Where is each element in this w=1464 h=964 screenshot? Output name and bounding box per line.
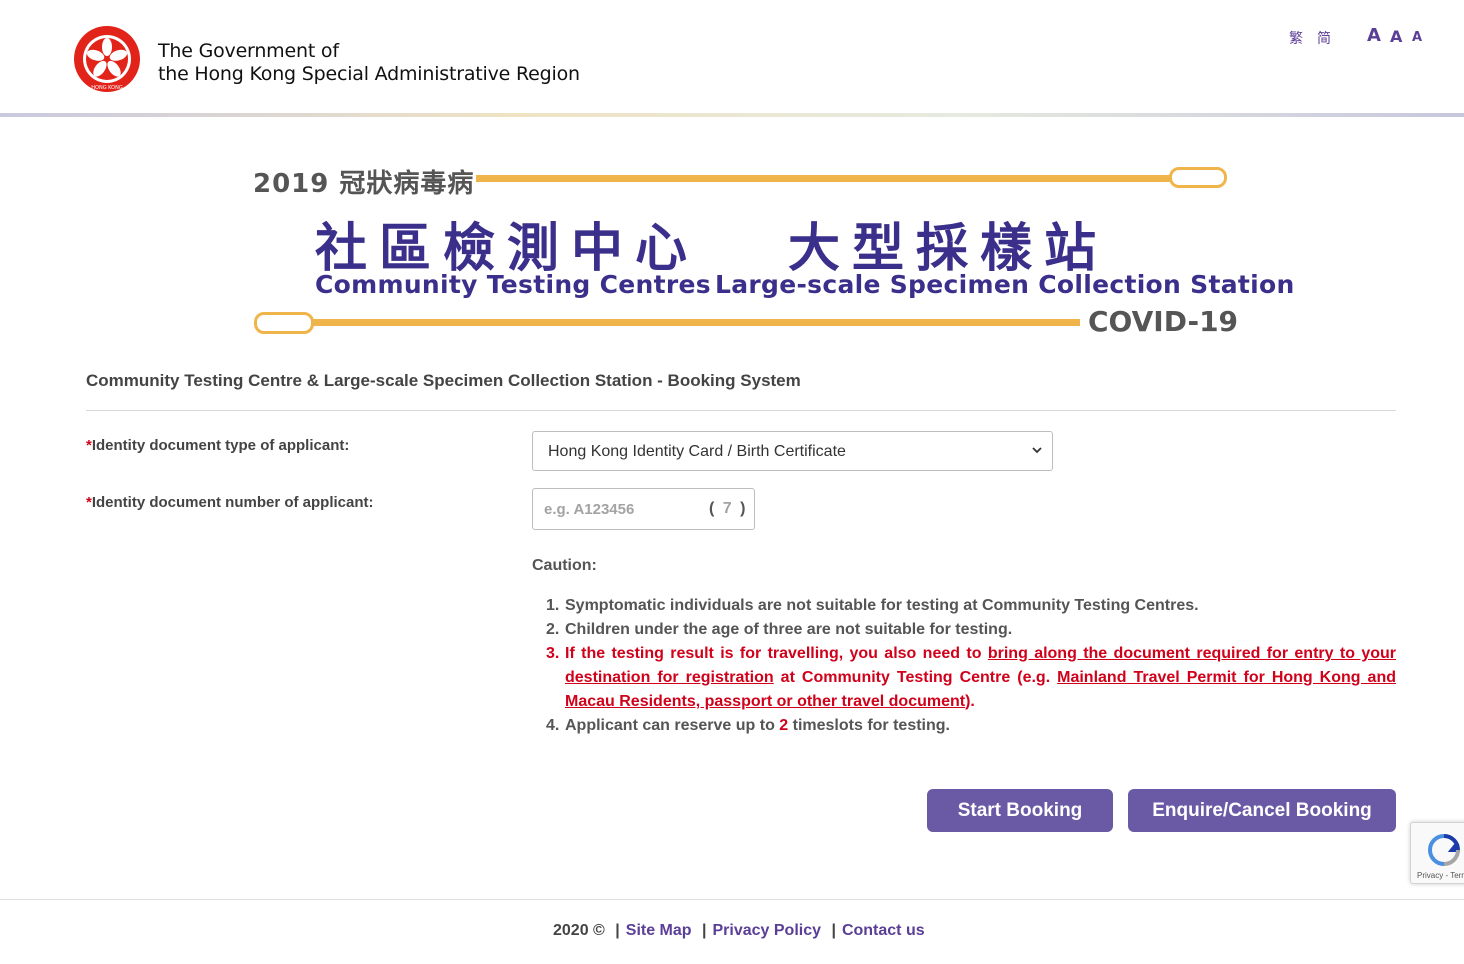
footer: 2020 © | Site Map | Privacy Policy | Contac… <box>553 922 925 940</box>
banner-year-label: 2019 冠狀病毒病 <box>253 169 475 199</box>
copyright: 2020 © <box>553 922 605 939</box>
check-digit-close-paren: ) <box>740 500 748 517</box>
banner-swab-stick-bottom <box>312 319 1080 326</box>
site-header: HONG KONG The Government of the Hong Kon… <box>0 0 1464 113</box>
caution-item-number: 2. <box>546 621 560 638</box>
banner-swab-tip-top-icon <box>1169 167 1227 188</box>
doc-type-label-text: Identity document type of applicant: <box>91 437 350 454</box>
caution-item-number: 3. <box>546 645 560 662</box>
site-map-link[interactable]: Site Map <box>626 922 692 939</box>
font-size-medium-button[interactable]: A <box>1390 27 1402 46</box>
chevron-down-icon <box>1032 447 1042 454</box>
check-digit-open-paren: ( <box>709 500 717 517</box>
caution-item-number: 1. <box>546 597 560 614</box>
doc-type-label: *Identity document type of applicant: <box>86 437 349 454</box>
check-digit-field[interactable]: ( 7 ) <box>709 500 747 518</box>
banner-swab-stick-top <box>476 175 1171 182</box>
doc-number-input[interactable]: e.g. A123456 ( 7 ) <box>532 488 755 530</box>
footer-separator: | <box>702 922 707 939</box>
page-title: Community Testing Centre & Large-scale S… <box>86 371 801 390</box>
title-divider <box>86 410 1396 411</box>
caution-item-4: 4. Applicant can reserve up to 2 timeslo… <box>546 714 1396 738</box>
start-booking-button[interactable]: Start Booking <box>927 789 1113 832</box>
gov-name-line1: The Government of <box>158 40 339 62</box>
caution-item-text: Applicant can reserve up to 2 timeslots … <box>565 714 1396 738</box>
timeslot-count: 2 <box>779 717 789 734</box>
covid-testing-banner: 2019 冠狀病毒病 社區檢測中心 大型採樣站 Community Testin… <box>250 150 1294 350</box>
caution-item-text: If the testing result is for travelling,… <box>565 642 1396 714</box>
banner-title-en-ctc: Community Testing Centres <box>315 270 711 299</box>
caution-item3-text-c: ). <box>965 693 975 710</box>
doc-type-selected-value: Hong Kong Identity Card / Birth Certific… <box>548 443 846 460</box>
lang-traditional-chinese-link[interactable]: 繁 <box>1289 28 1303 48</box>
caution-list: 1. Symptomatic individuals are not suita… <box>546 594 1396 738</box>
doc-number-label: *Identity document number of applicant: <box>86 494 374 511</box>
banner-title-en-lscs: Large-scale Specimen Collection Station <box>715 270 1295 299</box>
footer-separator: | <box>831 922 836 939</box>
caution-item-text: Symptomatic individuals are not suitable… <box>565 597 1199 614</box>
lang-simplified-chinese-link[interactable]: 简 <box>1317 28 1331 48</box>
font-size-small-button[interactable]: A <box>1412 30 1422 45</box>
emblem-label: HONG KONG <box>91 85 123 91</box>
government-name: The Government of the Hong Kong Special … <box>158 40 580 86</box>
caution-item-3: 3. If the testing result is for travelli… <box>546 642 1396 714</box>
privacy-policy-link[interactable]: Privacy Policy <box>713 922 822 939</box>
hksar-emblem-icon[interactable]: HONG KONG <box>73 25 141 93</box>
doc-number-label-text: Identity document number of applicant: <box>91 494 374 511</box>
banner-swab-tip-bottom-icon <box>254 312 314 334</box>
footer-divider <box>0 899 1464 900</box>
caution-item3-text-a: If the testing result is for travelling,… <box>565 645 988 662</box>
caution-item-number: 4. <box>546 717 560 734</box>
caution-item-1: 1. Symptomatic individuals are not suita… <box>546 594 1396 618</box>
footer-separator: | <box>615 922 620 939</box>
font-size-large-button[interactable]: A <box>1367 25 1381 46</box>
caution-item4-text-b: timeslots for testing. <box>788 717 950 734</box>
caution-item4-text-a: Applicant can reserve up to <box>565 717 780 734</box>
recaptcha-privacy-terms[interactable]: Privacy - Terms <box>1417 871 1464 880</box>
contact-us-link[interactable]: Contact us <box>842 922 925 939</box>
caution-item-text: Children under the age of three are not … <box>565 621 1013 638</box>
caution-item-2: 2. Children under the age of three are n… <box>546 618 1396 642</box>
recaptcha-icon <box>1427 834 1461 866</box>
caution-item3-text-b: at Community Testing Centre (e.g. <box>773 669 1058 686</box>
recaptcha-badge[interactable]: Privacy - Terms <box>1410 822 1464 884</box>
check-digit-value: 7 <box>722 500 734 517</box>
gov-name-line2: the Hong Kong Special Administrative Reg… <box>158 63 580 85</box>
header-divider <box>0 113 1464 117</box>
caution-title: Caution: <box>532 557 597 574</box>
banner-covid-label: COVID-19 <box>1088 305 1239 338</box>
doc-number-placeholder: e.g. A123456 <box>544 501 635 518</box>
doc-type-select[interactable]: Hong Kong Identity Card / Birth Certific… <box>532 431 1053 471</box>
enquire-cancel-booking-button[interactable]: Enquire/Cancel Booking <box>1128 789 1396 832</box>
